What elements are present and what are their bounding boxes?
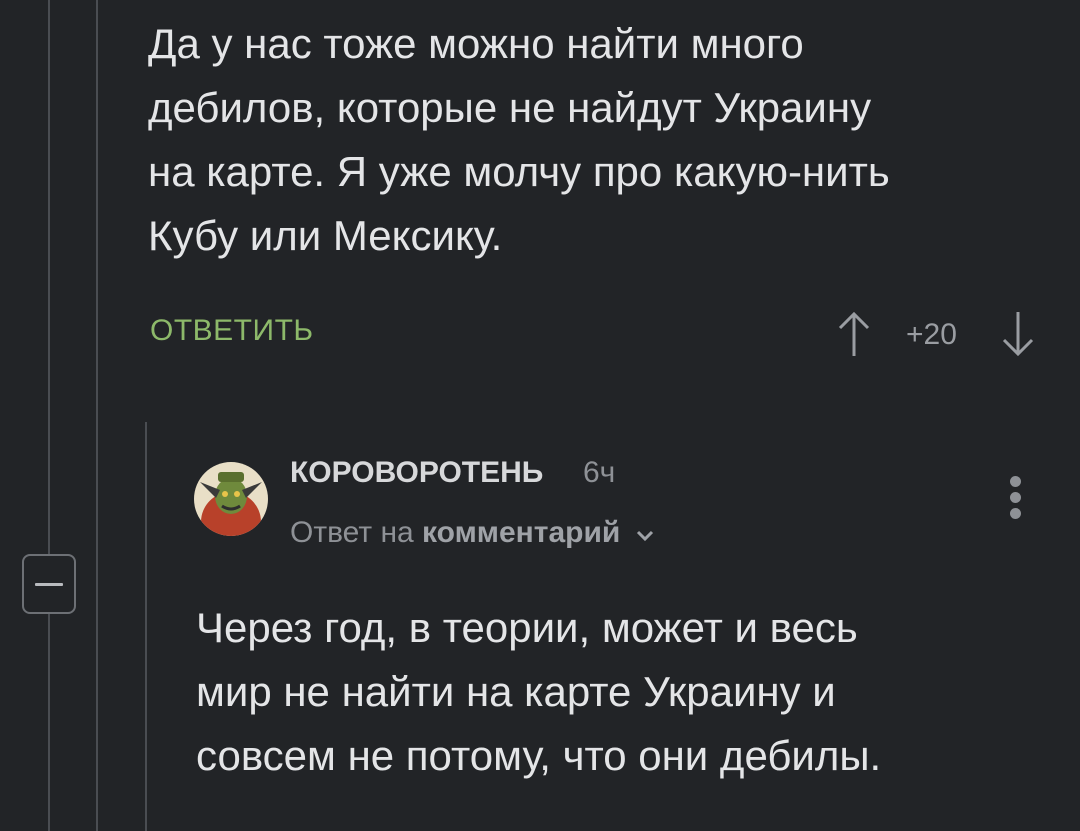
- thread-line: [145, 422, 147, 831]
- comment-author[interactable]: КОРОВОРОТЕНЬ: [290, 456, 543, 490]
- thread-line: [96, 0, 98, 831]
- more-vertical-icon[interactable]: [1000, 470, 1032, 526]
- reply-comment-text: Через год, в теории, может и весь мир не…: [196, 604, 882, 779]
- avatar[interactable]: [194, 462, 268, 536]
- reply-to-target: комментарий: [422, 516, 621, 549]
- thread-line: [48, 0, 50, 831]
- arrow-up-icon[interactable]: [830, 304, 878, 364]
- reply-button[interactable]: ОТВЕТИТЬ: [150, 314, 314, 348]
- comment-time: 6ч: [583, 456, 616, 489]
- reply-to-prefix: Ответ на: [290, 516, 414, 549]
- minus-icon: [35, 583, 63, 586]
- parent-comment-text: Да у нас тоже можно найти много дебилов,…: [148, 20, 890, 259]
- collapse-thread-button[interactable]: [22, 554, 76, 614]
- rating-count: +20: [906, 318, 957, 351]
- arrow-down-icon[interactable]: [994, 304, 1042, 364]
- reply-to-link[interactable]: Ответ на комментарий: [290, 516, 655, 551]
- vote-controls: +20: [830, 304, 1050, 364]
- chevron-down-icon: [635, 517, 655, 551]
